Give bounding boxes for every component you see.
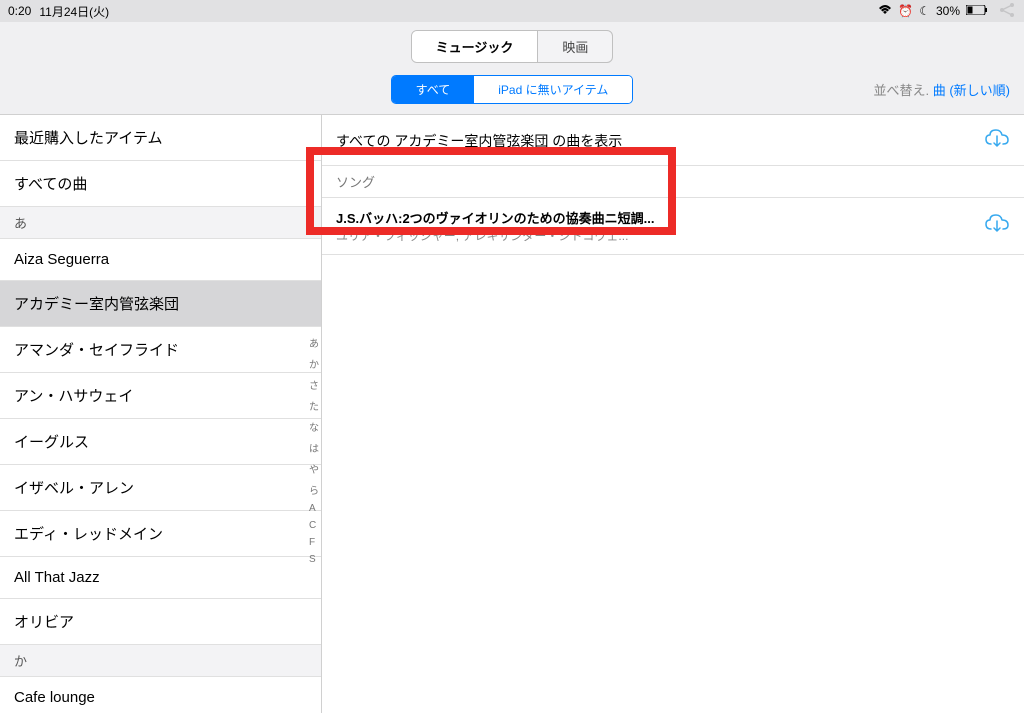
section-header-ka: か xyxy=(0,645,321,677)
sidebar-item[interactable]: イーグルス xyxy=(0,419,321,465)
alarm-icon: ⏰ xyxy=(898,4,913,18)
cloud-download-icon[interactable] xyxy=(984,212,1010,240)
sidebar-item[interactable]: イザベル・アレン xyxy=(0,465,321,511)
filter-all[interactable]: すべて xyxy=(392,76,475,103)
main-header-title: すべての アカデミー室内管弦楽団 の曲を表示 xyxy=(336,131,622,151)
status-right: ⏰ ☾ 30% xyxy=(878,1,1016,22)
sidebar-item[interactable]: エディ・レッドメイン xyxy=(0,511,321,557)
sort-label: 並べ替え. xyxy=(873,83,929,98)
battery-percent: 30% xyxy=(936,4,960,18)
top-toolbar: ミュージック 映画 すべて iPad に無いアイテム 並べ替え. 曲 (新しい順… xyxy=(0,22,1024,115)
song-row[interactable]: J.S.バッハ:2つのヴァイオリンのための協奏曲ニ短調... ユリア・フィッシャ… xyxy=(322,198,1024,255)
sidebar-item[interactable]: Aiza Seguerra xyxy=(0,239,321,281)
song-title: J.S.バッハ:2つのヴァイオリンのための協奏曲ニ短調... xyxy=(336,208,984,227)
sidebar-item[interactable]: Cafe lounge xyxy=(0,677,321,713)
wifi-icon xyxy=(878,4,892,18)
share-icon[interactable] xyxy=(998,1,1016,22)
status-date: 11月24日(火) xyxy=(39,3,109,20)
sidebar-all-songs[interactable]: すべての曲 xyxy=(0,161,321,207)
sidebar-item[interactable]: オリビア xyxy=(0,599,321,645)
main-content: すべての アカデミー室内管弦楽団 の曲を表示 ソング J.S.バッハ:2つのヴァ… xyxy=(322,115,1024,713)
battery-icon xyxy=(966,4,988,18)
sidebar-item[interactable]: アマンダ・セイフライド xyxy=(0,327,321,373)
filter-not-on-ipad[interactable]: iPad に無いアイテム xyxy=(474,76,632,103)
tab-movies[interactable]: 映画 xyxy=(537,31,612,62)
song-artist: ユリア・フィッシャー, アレキサンダー・シトコヴェ... xyxy=(336,227,984,244)
section-header-a: あ xyxy=(0,207,321,239)
sort-control[interactable]: 並べ替え. 曲 (新しい順) xyxy=(873,80,1010,99)
status-time: 0:20 xyxy=(8,4,31,18)
filter-segment[interactable]: すべて iPad に無いアイテム xyxy=(391,75,634,104)
status-bar: 0:20 11月24日(火) ⏰ ☾ 30% xyxy=(0,0,1024,22)
alpha-index[interactable]: あ か さ た な は や ら A C F S xyxy=(309,335,319,565)
sidebar-item[interactable]: アン・ハサウェイ xyxy=(0,373,321,419)
sidebar-item[interactable]: アカデミー室内管弦楽団 xyxy=(0,281,321,327)
tab-music[interactable]: ミュージック xyxy=(412,31,538,62)
artist-sidebar[interactable]: 最近購入したアイテム すべての曲 あ Aiza Seguerra アカデミー室内… xyxy=(0,115,322,713)
sidebar-item[interactable]: All That Jazz xyxy=(0,557,321,599)
moon-icon: ☾ xyxy=(919,4,930,18)
cloud-download-icon[interactable] xyxy=(984,127,1010,155)
song-section-header: ソング xyxy=(322,165,1024,198)
sidebar-recent[interactable]: 最近購入したアイテム xyxy=(0,115,321,161)
sort-link[interactable]: 曲 (新しい順) xyxy=(933,83,1010,98)
media-type-segment[interactable]: ミュージック 映画 xyxy=(411,30,614,63)
